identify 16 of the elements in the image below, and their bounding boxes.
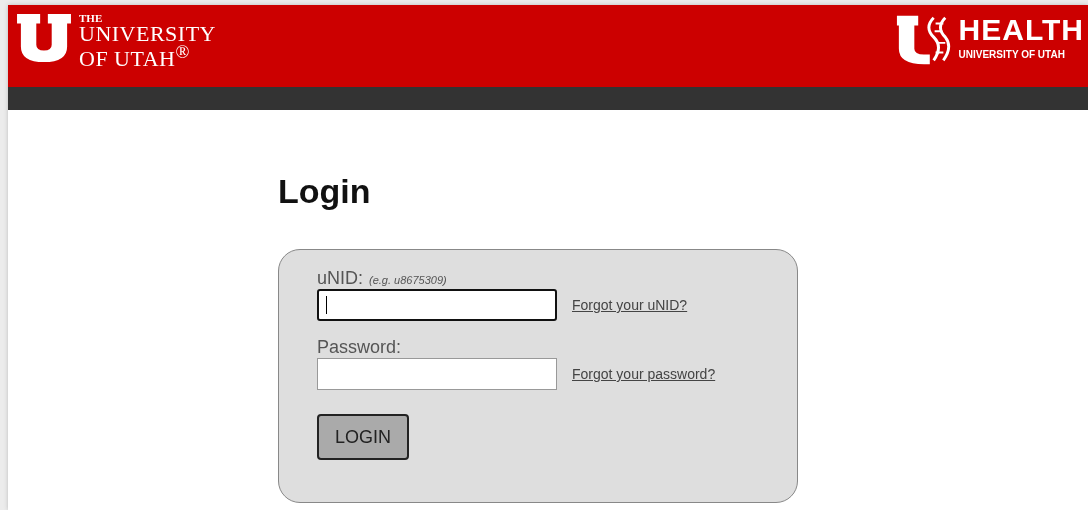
field-hint: (e.g. u8675309) (369, 274, 447, 286)
forgot-link[interactable]: Forgot your uNID? (572, 297, 688, 313)
u-dna-logo-icon (894, 13, 953, 67)
field-label: Password: (317, 337, 402, 358)
logo-subtitle: UNIVERSITY OF UTAH (958, 49, 1066, 60)
input-field[interactable] (317, 358, 557, 390)
page-heading: Login (278, 172, 372, 211)
forgot-link[interactable]: Forgot your password? (572, 366, 716, 382)
input-field[interactable] (317, 289, 557, 321)
logo-text: THE (79, 12, 104, 24)
logo-title: HEALTH (958, 13, 1084, 47)
field-label: uNID: (317, 268, 363, 289)
login-button[interactable]: LOGIN (317, 414, 409, 460)
logo-text: OF UTAH$^{®}$ (79, 43, 191, 69)
logo-text: UNIVERSITY (79, 24, 216, 43)
block-u-logo-icon (15, 12, 73, 64)
